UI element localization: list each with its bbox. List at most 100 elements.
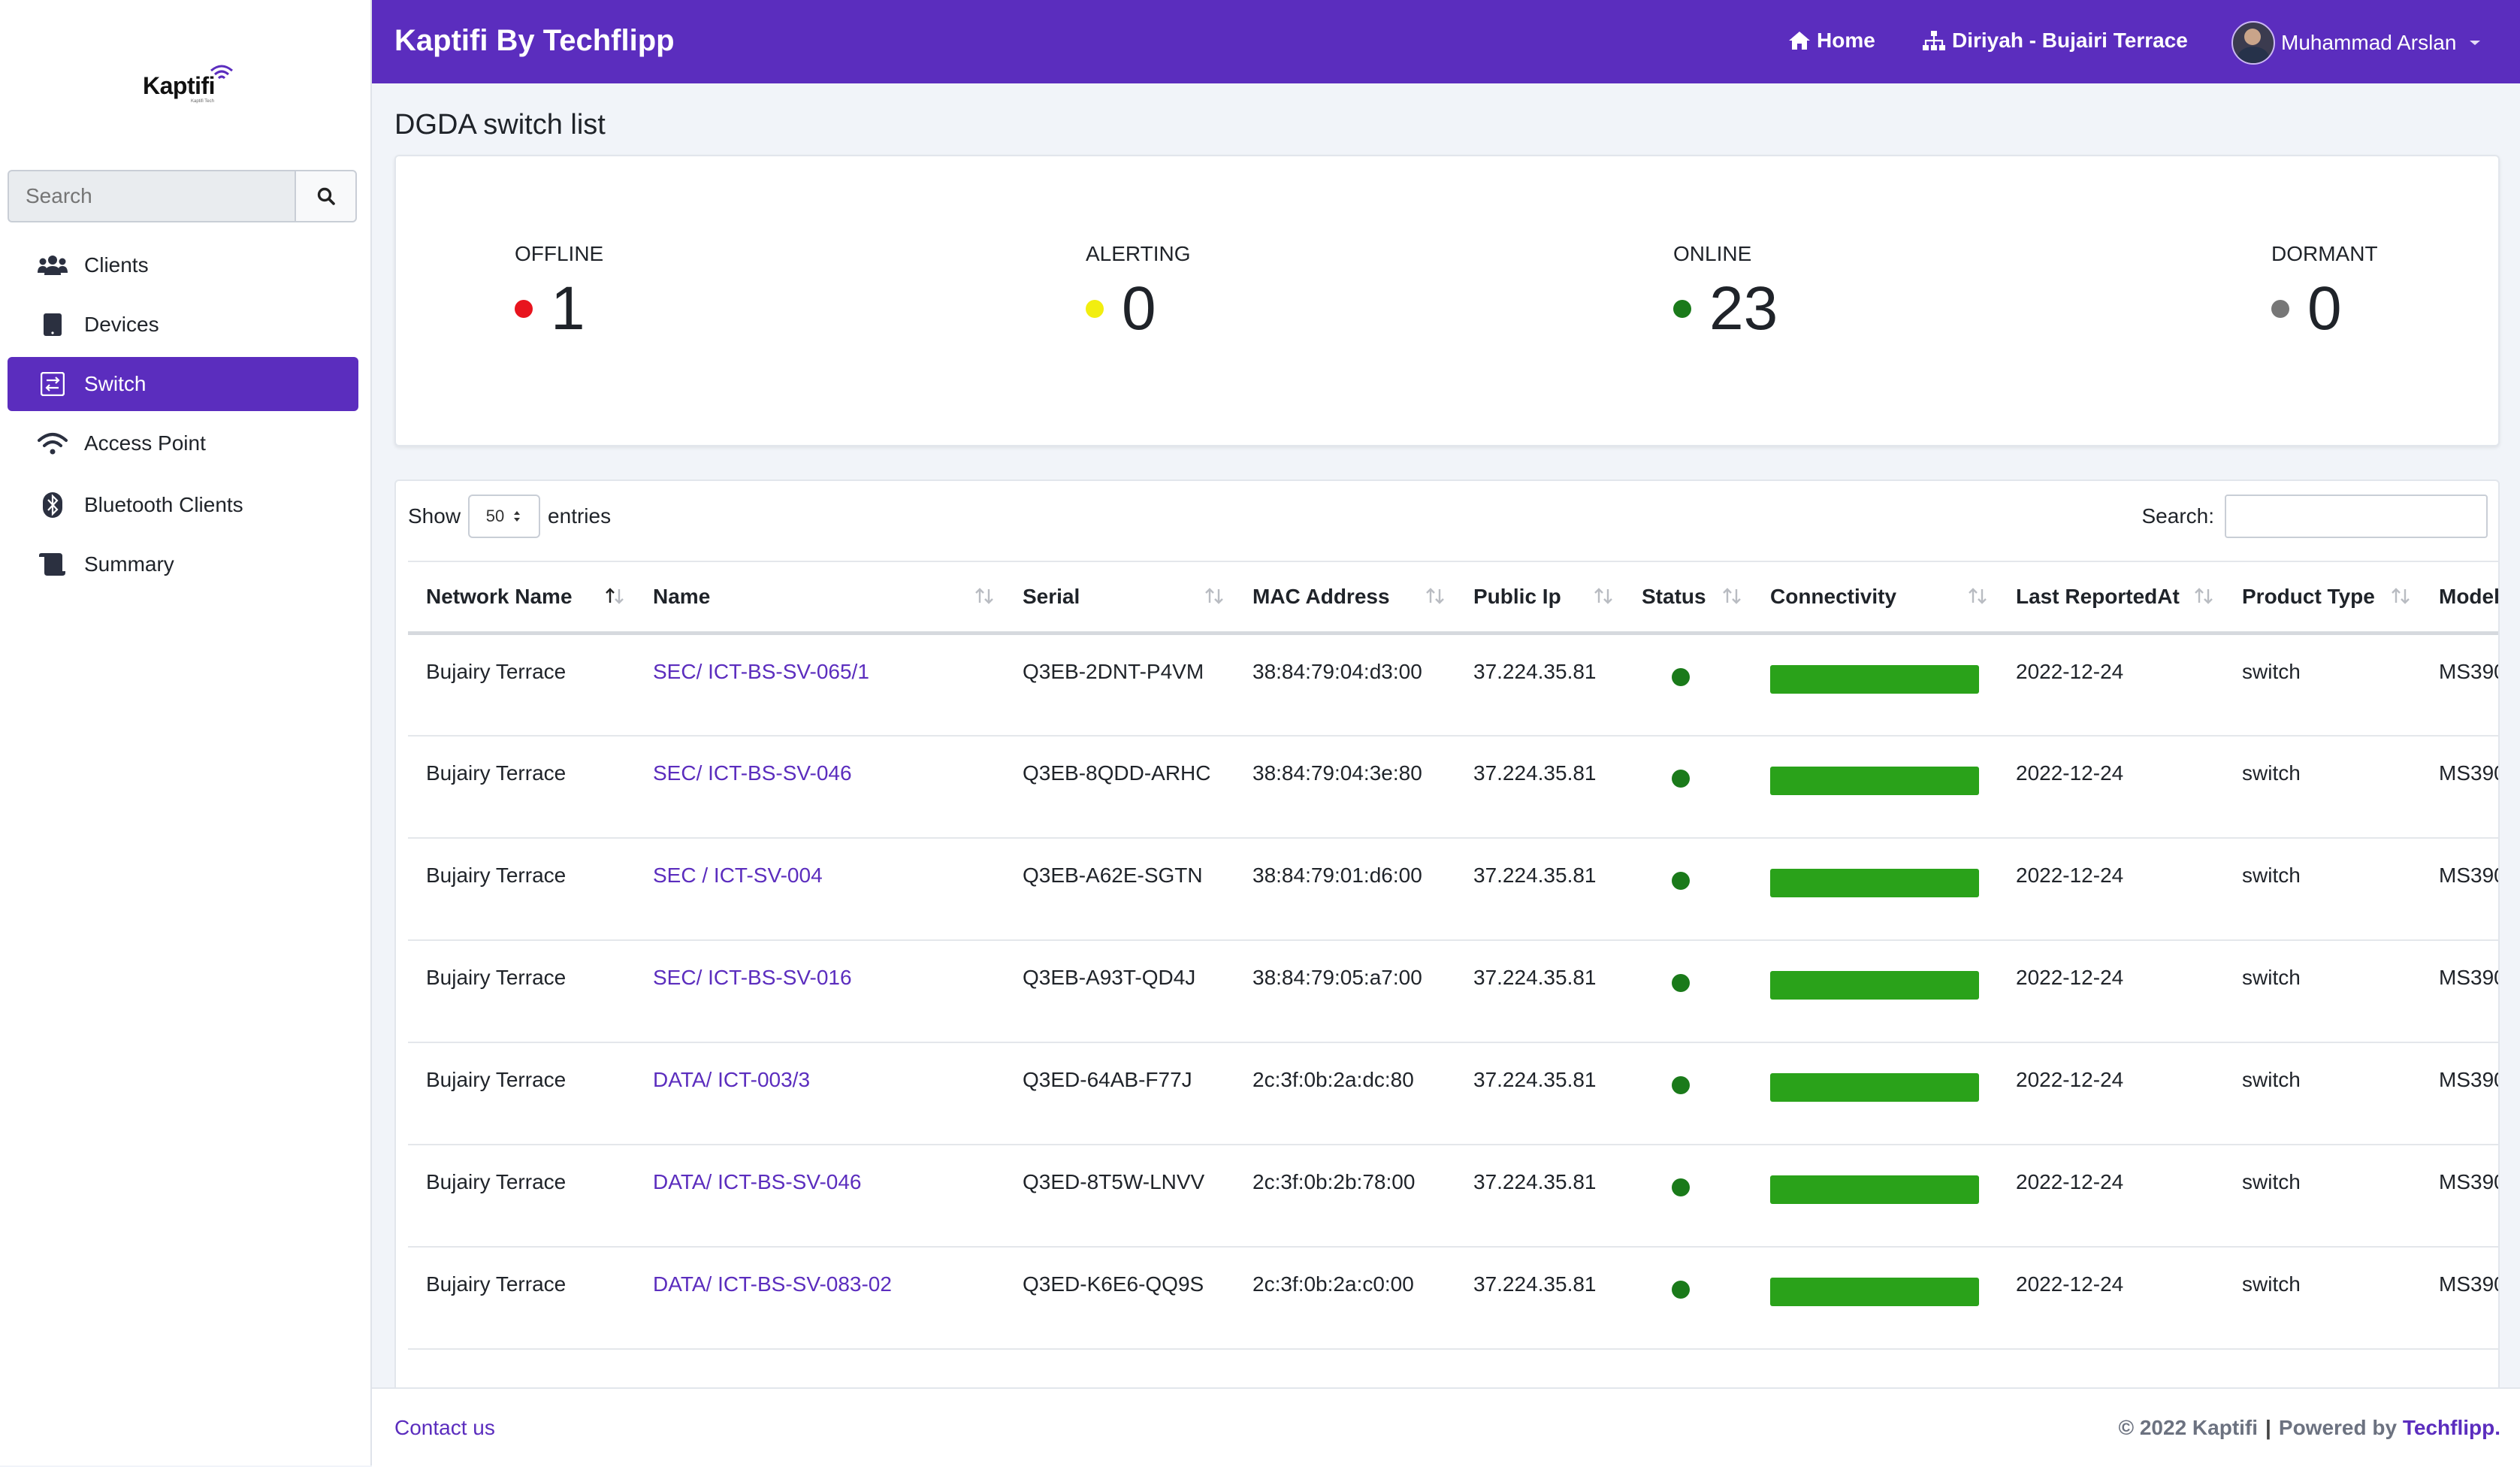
site-label: Diriyah - Bujairi Terrace: [1952, 29, 2188, 52]
col-header-connectivity[interactable]: Connectivity: [1752, 561, 1998, 635]
sidebar-item-clients[interactable]: Clients: [8, 238, 358, 292]
user-menu[interactable]: Muhammad Arslan: [2231, 21, 2483, 65]
cell-public-ip: 37.224.35.81: [1455, 837, 1624, 941]
cell-status: [1624, 1246, 1752, 1350]
home-link[interactable]: Home: [1788, 29, 1875, 53]
cell-last-reported-at: 2022-12-24: [1998, 1144, 2224, 1248]
col-header-last-reported-at[interactable]: Last ReportedAt: [1998, 561, 2224, 635]
sidebar-search-button[interactable]: [295, 170, 357, 222]
sidebar-item-devices[interactable]: Devices: [8, 298, 358, 352]
cell-switch-name-link[interactable]: DATA/ ICT-BS-SV-083-02: [635, 1246, 1005, 1350]
cell-serial-text: Q3EB-A62E-SGTN: [1023, 863, 1203, 887]
sidebar: Kaptifi Kaptifi Tech Clients: [0, 0, 372, 1465]
sort-icon: [975, 588, 993, 604]
sidebar-item-switch[interactable]: Switch: [8, 357, 358, 411]
cell-mac-address: 38:84:79:04:3e:80: [1234, 735, 1455, 839]
cell-switch-name-link[interactable]: SEC/ ICT-BS-SV-065/1: [635, 633, 1005, 737]
col-header-mac-address[interactable]: MAC Address: [1234, 561, 1455, 635]
cell-public-ip-text: 37.224.35.81: [1473, 965, 1597, 989]
connectivity-bar: [1770, 1072, 1979, 1102]
cell-network-name: Bujairy Terrace: [408, 633, 635, 737]
techflipp-link[interactable]: Techflipp.: [2403, 1416, 2500, 1439]
brand-title[interactable]: Kaptifi By Techflipp: [394, 24, 675, 58]
stat-value: 0: [2307, 274, 2342, 343]
col-header-network-name[interactable]: Network Name: [408, 561, 635, 635]
cell-mac-address-text: 38:84:79:04:3e:80: [1252, 761, 1422, 785]
footer-copyright: © 2022 Kaptifi | Powered by Techflipp.: [2118, 1416, 2500, 1439]
stat-label: OFFLINE: [515, 242, 604, 265]
sort-icon: [1723, 588, 1741, 604]
col-header-label: Last ReportedAt: [2016, 585, 2180, 608]
cell-model-text: MS390: [2439, 1272, 2500, 1296]
cell-product-type-text: switch: [2242, 660, 2301, 683]
page-title: DGDA switch list: [394, 109, 606, 141]
col-header-label: Model: [2439, 585, 2500, 608]
cell-network-name-text: Bujairy Terrace: [426, 761, 567, 785]
cell-mac-address-text: 38:84:79:01:d6:00: [1252, 863, 1422, 887]
cell-serial-text: Q3ED-8T5W-LNVV: [1023, 1169, 1205, 1193]
cell-mac-address-text: 2c:3f:0b:2a:dc:80: [1252, 1067, 1414, 1091]
cell-switch-name-link-text: SEC/ ICT-BS-SV-046: [653, 761, 852, 785]
status-dot-icon: [2271, 300, 2289, 318]
cell-last-reported-at-text: 2022-12-24: [2016, 1272, 2124, 1296]
site-link[interactable]: Diriyah - Bujairi Terrace: [1922, 29, 2188, 53]
cell-model-text: MS390: [2439, 660, 2500, 683]
cell-product-type-text: switch: [2242, 863, 2301, 887]
cell-switch-name-link[interactable]: DATA/ ICT-003/3: [635, 1042, 1005, 1145]
status-online-dot-icon: [1672, 973, 1690, 992]
connectivity-bar: [1770, 1277, 1979, 1306]
cell-switch-name-link-text: SEC/ ICT-BS-SV-016: [653, 965, 852, 989]
cell-connectivity: [1752, 735, 1998, 839]
cell-public-ip-text: 37.224.35.81: [1473, 1272, 1597, 1296]
cell-product-type: switch: [2224, 1144, 2421, 1248]
cell-serial: Q3ED-8T5W-LNVV: [1005, 1144, 1234, 1248]
kaptifi-logo[interactable]: Kaptifi Kaptifi Tech: [143, 63, 240, 108]
cell-public-ip-text: 37.224.35.81: [1473, 660, 1597, 683]
switch-table-card: Show 50 entries Search: Network Name Nam…: [394, 479, 2500, 1414]
stat-offline: OFFLINE 1: [515, 242, 603, 344]
cell-public-ip: 37.224.35.81: [1455, 735, 1624, 839]
cell-public-ip: 37.224.35.81: [1455, 1246, 1624, 1350]
cell-serial-text: Q3EB-A93T-QD4J: [1023, 965, 1196, 989]
col-header-product-type[interactable]: Product Type: [2224, 561, 2421, 635]
col-header-status[interactable]: Status: [1624, 561, 1752, 635]
sidebar-item-summary[interactable]: Summary: [8, 537, 358, 591]
cell-serial-text: Q3ED-K6E6-QQ9S: [1023, 1272, 1204, 1296]
col-header-name[interactable]: Name: [635, 561, 1005, 635]
cell-public-ip: 37.224.35.81: [1455, 1042, 1624, 1145]
cell-network-name: Bujairy Terrace: [408, 1144, 635, 1248]
sidebar-search: [8, 170, 357, 225]
sidebar-item-bluetooth-clients[interactable]: Bluetooth Clients: [8, 478, 358, 532]
col-header-label: Name: [653, 585, 711, 608]
sidebar-item-access-point[interactable]: Access Point: [8, 416, 358, 470]
col-header-public-ip[interactable]: Public Ip: [1455, 561, 1624, 635]
sort-icon: [1969, 588, 1987, 604]
col-header-label: Product Type: [2242, 585, 2375, 608]
cell-switch-name-link[interactable]: DATA/ ICT-BS-SV-046: [635, 1144, 1005, 1248]
cell-switch-name-link[interactable]: SEC/ ICT-BS-SV-016: [635, 939, 1005, 1043]
cell-mac-address: 2c:3f:0b:2b:78:00: [1234, 1144, 1455, 1248]
switch-icon: [35, 357, 71, 411]
table-search-input[interactable]: [2225, 495, 2488, 538]
col-header-serial[interactable]: Serial: [1005, 561, 1234, 635]
sidebar-search-input[interactable]: [8, 170, 295, 222]
cell-switch-name-link[interactable]: SEC/ ICT-BS-SV-046: [635, 735, 1005, 839]
cell-last-reported-at: 2022-12-24: [1998, 735, 2224, 839]
table-row: Bujairy Terrace SEC/ ICT-BS-SV-046 Q3EB-8Q…: [408, 735, 2498, 839]
cell-connectivity: [1752, 837, 1998, 941]
cell-public-ip: 37.224.35.81: [1455, 1144, 1624, 1248]
chevron-down-icon: [2470, 41, 2481, 45]
sidebar-item-label: Summary: [84, 552, 174, 576]
col-header-model[interactable]: Model: [2421, 561, 2500, 635]
cell-network-name: Bujairy Terrace: [408, 837, 635, 941]
cell-status: [1624, 939, 1752, 1043]
entries-select[interactable]: 50: [468, 495, 541, 538]
cell-switch-name-link[interactable]: SEC / ICT-SV-004: [635, 837, 1005, 941]
connectivity-bar: [1770, 766, 1979, 795]
cell-switch-name-link-text: DATA/ ICT-BS-SV-046: [653, 1169, 862, 1193]
stat-label: DORMANT: [2271, 242, 2378, 265]
contact-us-link[interactable]: Contact us: [394, 1416, 495, 1440]
logo-text: Kaptifi: [143, 72, 216, 99]
cell-last-reported-at: 2022-12-24: [1998, 1246, 2224, 1350]
cell-public-ip-text: 37.224.35.81: [1473, 761, 1597, 785]
